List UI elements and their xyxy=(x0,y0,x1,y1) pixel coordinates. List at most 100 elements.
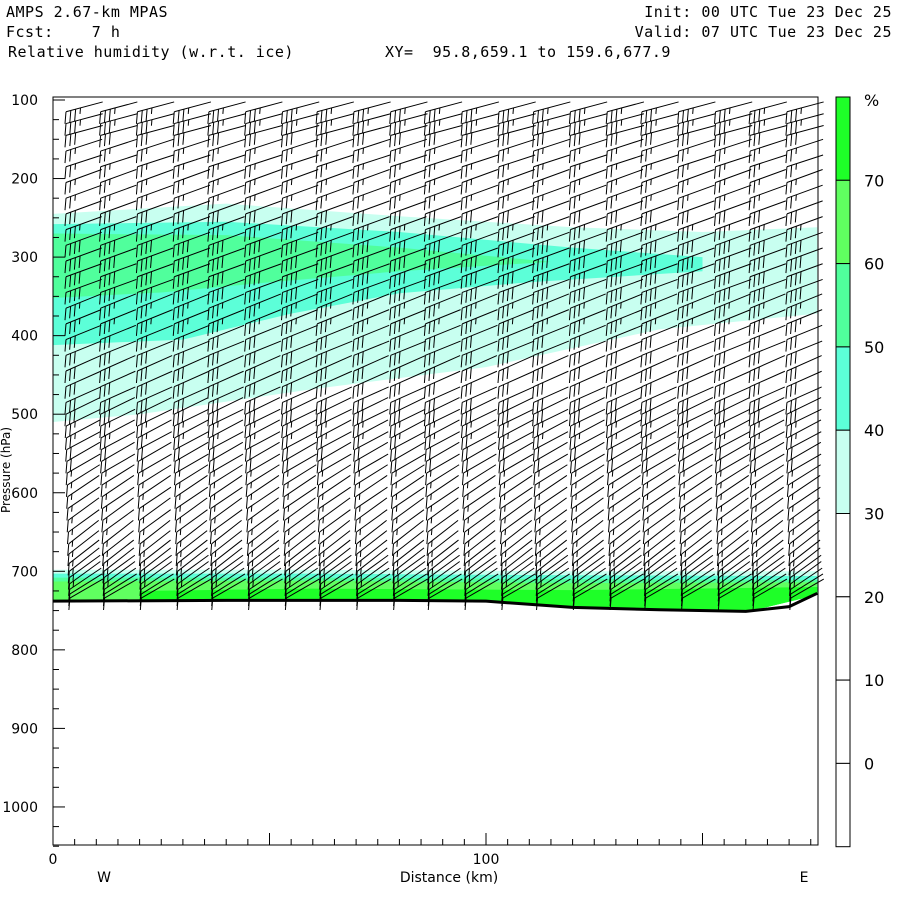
barb-tick xyxy=(640,425,643,439)
barb-staff xyxy=(66,431,101,450)
barb-half-tick xyxy=(470,179,473,186)
barb-tick xyxy=(610,165,613,178)
barb-tick xyxy=(713,370,716,384)
barb-half-tick xyxy=(214,505,216,512)
barb-tick xyxy=(426,520,429,533)
barb-half-tick xyxy=(475,107,478,114)
barb-tick xyxy=(758,109,761,122)
barb-staff xyxy=(678,169,715,183)
barb-half-tick xyxy=(254,147,256,155)
barb-half-tick xyxy=(323,580,326,587)
y-tick-label: 900 xyxy=(11,721,38,737)
barb-tick xyxy=(499,520,502,533)
barb-staff xyxy=(715,169,752,183)
barb-staff xyxy=(571,453,605,474)
barb-staff xyxy=(750,419,785,439)
barb-tick xyxy=(614,382,617,395)
barb-tick xyxy=(428,400,431,413)
barb-staff xyxy=(749,370,786,388)
barb-staff xyxy=(573,530,604,555)
barb-tick xyxy=(573,435,576,448)
barb-half-tick xyxy=(430,529,433,536)
barb-half-tick xyxy=(295,302,297,309)
barb-tick xyxy=(753,411,756,425)
wind-barb xyxy=(607,486,642,521)
barb-staff xyxy=(425,169,462,183)
barb-tick xyxy=(217,120,220,134)
barb-tick xyxy=(757,409,760,422)
barb-staff xyxy=(65,169,102,183)
barb-staff xyxy=(570,200,607,215)
barb-tick xyxy=(682,134,685,147)
barb-half-tick xyxy=(396,529,398,536)
barb-tick xyxy=(677,402,680,415)
barb-staff xyxy=(210,486,243,509)
barb-half-tick xyxy=(795,433,797,440)
barb-staff xyxy=(533,355,569,372)
barb-half-tick xyxy=(295,318,297,325)
wind-barb xyxy=(534,486,568,521)
barb-half-tick xyxy=(366,302,369,309)
barb-tick xyxy=(217,109,220,122)
barb-tick xyxy=(389,402,392,415)
barb-tick xyxy=(352,198,355,211)
barb-tick xyxy=(794,351,797,364)
barb-tick xyxy=(536,423,539,436)
barb-tick xyxy=(244,151,247,164)
barb-half-tick xyxy=(142,517,145,524)
barb-tick xyxy=(99,449,102,462)
wind-barb xyxy=(532,101,571,124)
barb-tick xyxy=(320,435,323,448)
barb-tick xyxy=(681,423,684,436)
barb-staff xyxy=(462,169,499,183)
barb-half-tick xyxy=(687,147,689,155)
barb-tick xyxy=(573,368,576,382)
barb-staff xyxy=(426,464,460,486)
barb-tick xyxy=(645,212,648,225)
barb-tick xyxy=(753,384,756,397)
barb-staff xyxy=(534,441,568,462)
barb-staff xyxy=(316,154,354,168)
barb-half-tick xyxy=(74,433,76,440)
barb-tick xyxy=(678,461,681,474)
barb-staff xyxy=(750,101,787,113)
barb-staff xyxy=(609,520,641,545)
barb-staff xyxy=(678,101,716,113)
barb-half-tick xyxy=(142,482,144,489)
barb-tick xyxy=(361,382,364,395)
barb-tick xyxy=(794,335,797,348)
barb-staff xyxy=(641,340,678,356)
barb-tick xyxy=(790,196,793,209)
barb-staff xyxy=(607,154,644,168)
barb-tick xyxy=(357,180,360,193)
barb-tick xyxy=(757,351,760,364)
barb-half-tick xyxy=(330,107,333,114)
barb-half-tick xyxy=(290,194,293,201)
barb-half-tick xyxy=(431,550,433,557)
barb-staff xyxy=(498,200,535,215)
wind-barb xyxy=(175,520,208,556)
barb-staff xyxy=(644,520,675,545)
wind-barb xyxy=(533,475,568,509)
barb-staff xyxy=(535,486,568,509)
colorbar-unit: % xyxy=(864,91,879,110)
barb-staff xyxy=(786,324,823,341)
barb-half-tick xyxy=(793,568,795,575)
barb-staff xyxy=(607,340,643,356)
wind-barb xyxy=(568,154,607,179)
barb-tick xyxy=(244,166,247,179)
barb-tick xyxy=(357,196,360,209)
barb-half-tick xyxy=(359,505,361,512)
barb-tick xyxy=(391,531,394,545)
barb-half-tick xyxy=(648,568,650,575)
barb-staff xyxy=(246,431,281,450)
barb-tick xyxy=(140,196,143,209)
barb-half-tick xyxy=(583,107,586,114)
wind-barb xyxy=(715,486,750,521)
barb-tick xyxy=(208,449,211,462)
wind-barb xyxy=(498,464,533,497)
barb-tick xyxy=(677,151,680,164)
barb-tick xyxy=(389,449,392,462)
barb-half-tick xyxy=(576,540,578,547)
barb-tick xyxy=(502,149,505,162)
